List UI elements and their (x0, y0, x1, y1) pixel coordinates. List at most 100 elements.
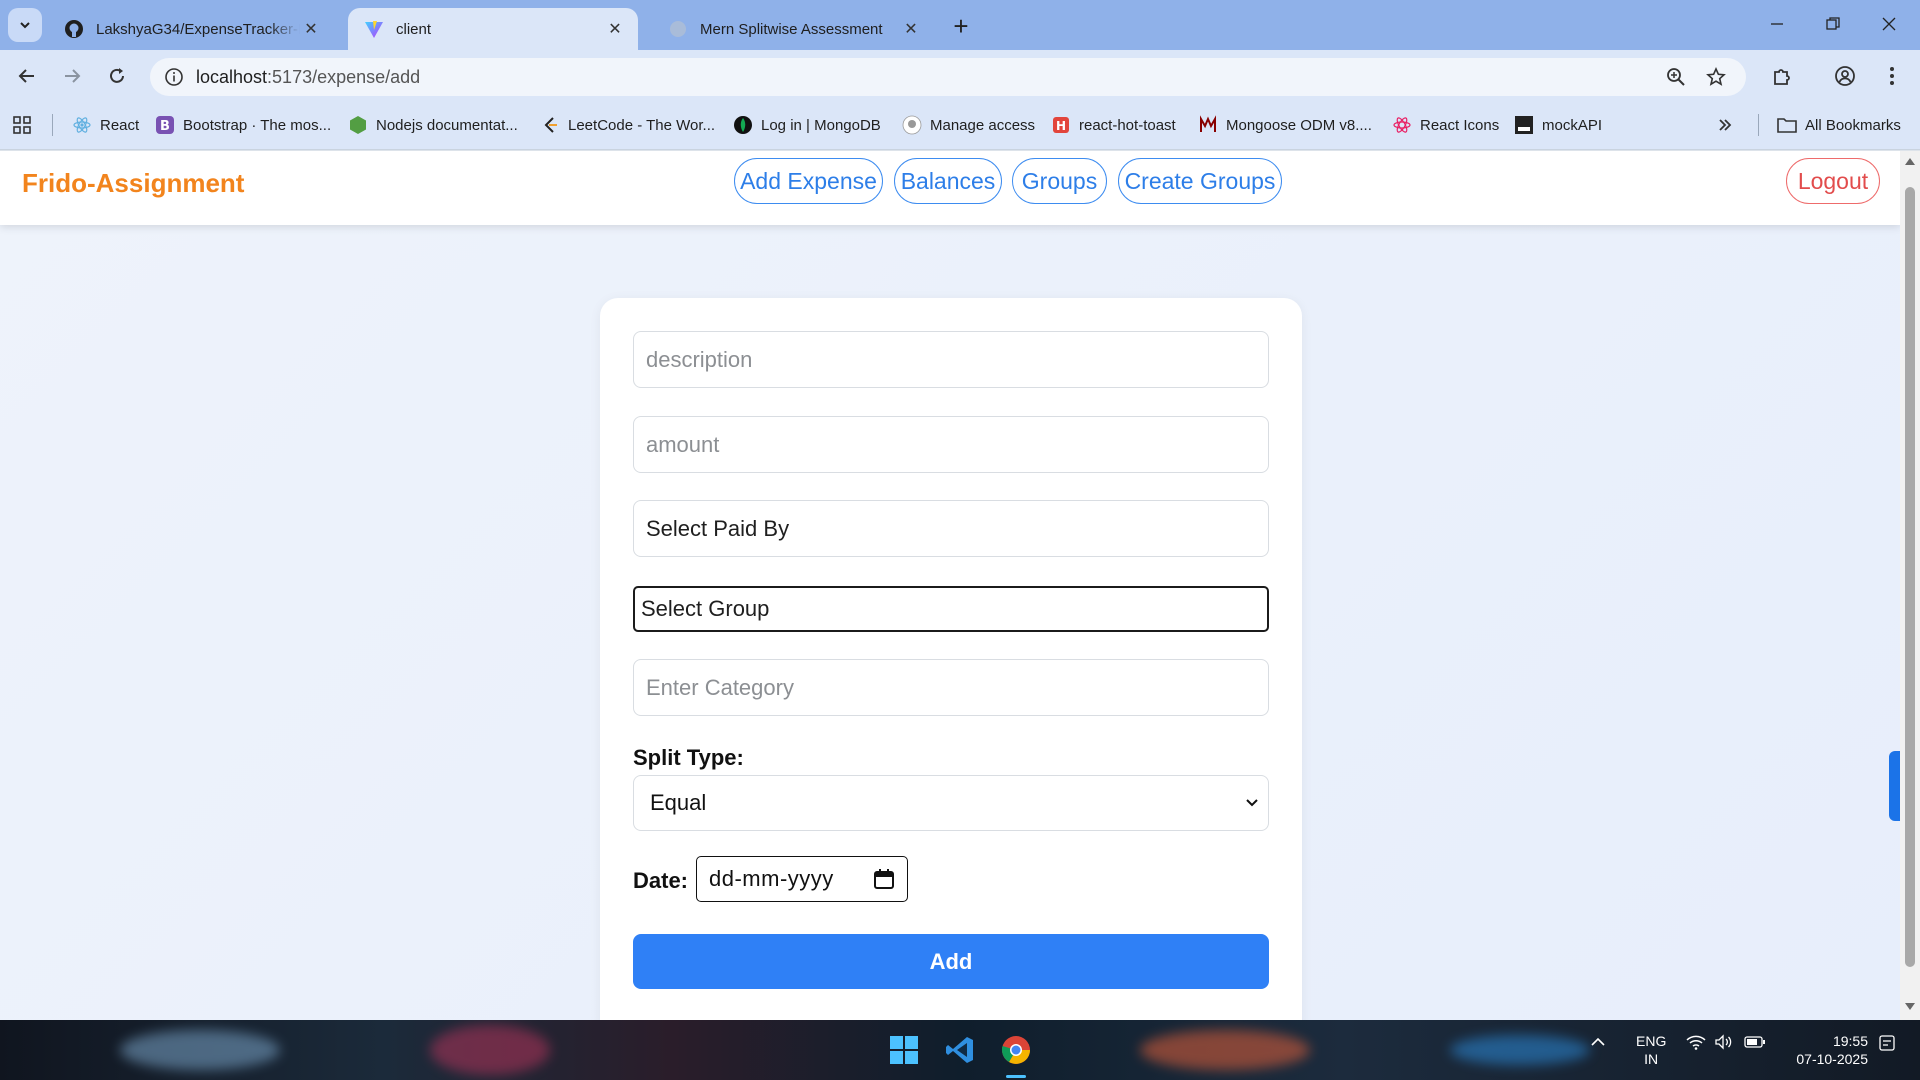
bookmark-label: Manage access (930, 116, 1036, 134)
new-tab-button[interactable]: + (945, 10, 977, 42)
chrome-icon[interactable] (996, 1030, 1036, 1070)
category-input[interactable]: Enter Category (633, 659, 1269, 716)
close-icon (1882, 17, 1896, 31)
bookmark-label: React Icons (1420, 116, 1500, 134)
tab-github[interactable]: LakshyaG34/ExpenseTracker-Fri ✕ (48, 8, 334, 50)
split-type-select[interactable]: Equal (633, 775, 1269, 831)
wallpaper-glow (430, 1025, 550, 1075)
bookmark-mongoose[interactable]: Mongoose ODM v8.... (1198, 113, 1372, 137)
app-navbar: Frido-Assignment Add Expense Balances Gr… (0, 151, 1900, 225)
description-input[interactable]: description (633, 331, 1269, 388)
mongodb-icon (733, 115, 753, 135)
apps-grid-icon (13, 116, 31, 134)
mongoose-icon (1198, 115, 1218, 135)
windows-taskbar: ENG IN 19:55 07-10-2025 (0, 1020, 1920, 1080)
bookmark-nodejs[interactable]: Nodejs documentat... (348, 113, 518, 137)
tab-mern-splitwise[interactable]: Mern Splitwise Assessment ✕ (652, 8, 934, 50)
wallpaper-glow (120, 1030, 280, 1070)
scroll-down-icon[interactable] (1904, 1001, 1916, 1013)
minimize-icon (1771, 23, 1783, 25)
calendar-icon[interactable] (873, 868, 895, 890)
bookmark-react-icons[interactable]: React Icons (1392, 113, 1499, 137)
language-indicator[interactable]: ENG IN (1636, 1032, 1666, 1068)
github-icon (902, 115, 922, 135)
nodejs-icon (348, 115, 368, 135)
all-bookmarks-button[interactable]: All Bookmarks (1777, 113, 1901, 137)
reload-button[interactable] (100, 59, 134, 93)
group-select[interactable]: Select Group (633, 586, 1269, 632)
more-vert-icon (1890, 67, 1894, 85)
divider (52, 114, 53, 136)
bookmark-label: LeetCode - The Wor... (568, 116, 716, 134)
chevron-down-icon (20, 22, 30, 29)
puzzle-icon (1774, 69, 1790, 85)
arrow-left-icon (18, 69, 34, 83)
nav-add-expense[interactable]: Add Expense (734, 158, 883, 204)
bookmark-react-hot-toast[interactable]: H react-hot-toast (1051, 113, 1176, 137)
split-type-label: Split Type: (633, 745, 744, 770)
tab-title: LakshyaG34/ExpenseTracker-Fri (96, 20, 300, 38)
system-clock[interactable]: 19:55 07-10-2025 (1778, 1032, 1868, 1068)
globe-icon (668, 19, 688, 39)
bookmark-react[interactable]: React (72, 113, 139, 137)
page-scrollbar[interactable] (1900, 151, 1920, 1020)
scrollbar-thumb[interactable] (1905, 187, 1915, 967)
profile-button[interactable] (1828, 59, 1862, 93)
chevron-down-icon (1244, 794, 1260, 810)
logout-button[interactable]: Logout (1786, 158, 1880, 204)
address-bar[interactable]: localhost:5173/expense/add (150, 58, 1746, 96)
bookmark-manage-access[interactable]: Manage access (902, 113, 1035, 137)
nav-groups[interactable]: Groups (1012, 158, 1107, 204)
brand-logo[interactable]: Frido-Assignment (22, 168, 244, 199)
menu-button[interactable] (1875, 59, 1909, 93)
restore-button[interactable] (1810, 6, 1856, 42)
bookmark-mongodb[interactable]: Log in | MongoDB (733, 113, 881, 137)
amount-input[interactable]: amount (633, 416, 1269, 473)
bookmark-label: Log in | MongoDB (761, 116, 881, 134)
bookmark-bootstrap[interactable]: B Bootstrap · The mos... (155, 113, 331, 137)
scroll-up-icon[interactable] (1904, 155, 1916, 167)
back-button[interactable] (10, 59, 44, 93)
bookmark-star-icon[interactable] (1702, 63, 1730, 91)
wallpaper-glow (1450, 1035, 1590, 1065)
volume-icon[interactable] (1714, 1034, 1734, 1050)
windows-start-icon[interactable] (884, 1030, 924, 1070)
site-info-icon[interactable] (160, 63, 188, 91)
date-placeholder: dd-mm-yyyy (709, 866, 834, 891)
bookmark-mockapi[interactable]: mockAPI (1514, 113, 1602, 137)
close-window-button[interactable] (1866, 6, 1912, 42)
tab-search-button[interactable] (8, 8, 42, 42)
close-icon[interactable]: ✕ (300, 18, 322, 40)
vscode-icon[interactable] (940, 1030, 980, 1070)
account-icon (1835, 66, 1855, 86)
side-panel-handle[interactable] (1889, 751, 1900, 821)
github-icon (64, 19, 84, 39)
zoom-icon[interactable] (1662, 63, 1690, 91)
bookmark-label: All Bookmarks (1805, 116, 1901, 134)
page-viewport: Frido-Assignment Add Expense Balances Gr… (0, 151, 1900, 1020)
bookmark-label: Nodejs documentat... (376, 116, 518, 134)
notifications-icon[interactable] (1878, 1034, 1896, 1052)
tab-client[interactable]: client ✕ (348, 8, 638, 50)
apps-button[interactable] (12, 113, 32, 137)
nav-create-groups[interactable]: Create Groups (1118, 158, 1282, 204)
date-input[interactable]: dd-mm-yyyy (696, 856, 908, 902)
arrow-right-icon (65, 69, 81, 83)
restore-icon (1826, 17, 1840, 30)
add-expense-submit-button[interactable]: Add (633, 934, 1269, 989)
wifi-icon[interactable] (1686, 1034, 1706, 1050)
more-bookmarks-button[interactable] (1718, 113, 1732, 137)
extensions-button[interactable] (1765, 59, 1799, 93)
paid-by-select[interactable]: Select Paid By (633, 500, 1269, 557)
minimize-button[interactable] (1754, 6, 1800, 42)
close-icon[interactable]: ✕ (900, 18, 922, 40)
double-chevron-right-icon (1719, 119, 1732, 131)
bookmark-leetcode[interactable]: LeetCode - The Wor... (540, 113, 715, 137)
show-hidden-icons[interactable] (1590, 1034, 1606, 1050)
close-icon[interactable]: ✕ (604, 18, 626, 40)
url-text: localhost:5173/expense/add (196, 67, 421, 87)
battery-icon[interactable] (1744, 1034, 1766, 1050)
forward-button[interactable] (55, 59, 89, 93)
tab-title: client (396, 20, 432, 38)
nav-balances[interactable]: Balances (894, 158, 1002, 204)
